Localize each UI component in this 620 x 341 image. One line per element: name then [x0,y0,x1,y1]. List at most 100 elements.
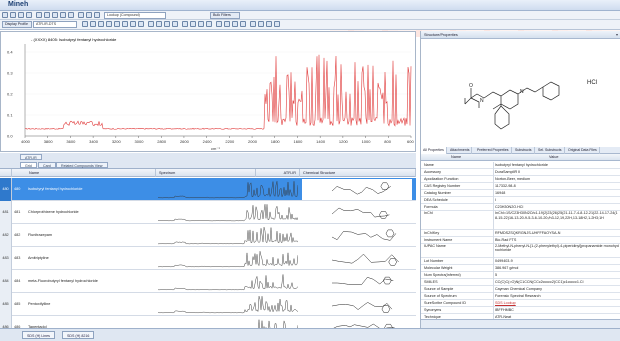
property-row[interactable]: Catalog Number 16948 [421,190,620,197]
spectrum-thumbnail [158,296,298,314]
table-row[interactable]: 485 485 Pentoxifylline [0,293,416,316]
zoom-icon[interactable] [86,12,92,18]
property-row[interactable]: Apodization Function Norton-Beer, medium [421,176,620,183]
tab-substructs[interactable]: Substructs [513,147,535,154]
print-icon[interactable] [26,12,32,18]
table-row[interactable]: 486 486 Tapentadol [0,316,416,328]
tab-atr-ir[interactable]: ATR-IR [20,154,42,160]
cursor-icon[interactable] [172,21,178,27]
property-row[interactable]: SureScribe Compound ID SDS Lookup [421,299,620,307]
new-file-icon[interactable] [2,12,8,18]
x-tick-label: 800 [384,139,391,144]
tab-grid[interactable]: Grid [20,162,37,168]
property-row[interactable]: InChIKey RFMDSZSQKRGNJS-UHFFFAOYSA-N [421,229,620,237]
property-value: Norton-Beer, medium [495,177,531,181]
grid-col-structure[interactable]: Chemical Structure [300,169,416,177]
property-row[interactable]: Source of Sample Cayman Chemical Company [421,285,620,293]
ruler-icon[interactable] [182,21,188,27]
open-folder-icon[interactable] [10,12,16,18]
help-icon[interactable] [274,21,280,27]
x-tick-label: 2400 [203,139,213,144]
structure-viewer[interactable]: O N N HCl [421,40,620,144]
property-row[interactable]: Lot Number 0499403-9 [421,257,620,265]
cut-icon[interactable] [36,12,42,18]
tab-all-properties[interactable]: All Properties [421,147,447,154]
spectrum-view[interactable]: 0.4 0.3 0.2 0.1 0.0 4000 3800 3600 3400 3200 3000… [0,31,416,152]
property-row[interactable]: SMILES CC(C)C(=O)N(C1CCN(CCc2ccccc2)CC1)c… [421,278,620,286]
color-icon[interactable] [198,21,204,27]
tab-attachments[interactable]: Attachments [448,147,473,154]
label-icon[interactable] [190,21,196,27]
property-row[interactable]: Num Spectra(Inferred) 5 [421,271,620,279]
undo-icon[interactable] [60,12,66,18]
grid-view-icon[interactable] [82,21,88,27]
table-row[interactable]: 481 481 Chlorprothixene hydrochloride [0,201,416,224]
property-name: Molecular Weight [424,265,453,270]
chevron-down-icon[interactable]: ▾ [616,31,618,39]
property-row[interactable]: CAS Registry Number 117332-98-8 [421,183,620,190]
thumbnail-ring [385,229,395,238]
tab-sel-substructs[interactable]: Sel. Substructs [536,147,565,154]
pan-icon[interactable] [164,21,170,27]
property-name: Instrument Name [424,237,453,242]
table-row[interactable]: 484 484 meta-Fluorobutyryl fentanyl hydroc… [0,270,416,293]
tab-card[interactable]: Card [38,162,56,168]
redo-icon[interactable] [68,12,74,18]
column-divider [493,211,494,230]
zoom-in-icon[interactable] [148,21,154,27]
property-row[interactable]: IUPAC Name 2-Methyl-N-phenyl-N-[1-(2-phen… [421,243,620,258]
title-bar: Mineh [0,0,620,11]
overlay-icon[interactable] [106,21,112,27]
property-row[interactable]: Instrument Name Bio-Rad FTS [421,236,620,244]
table-row[interactable]: 483 483 Amitriptyline [0,247,416,270]
filter-icon[interactable] [224,21,230,27]
property-name: Source of Sample [424,286,454,291]
tab-preferred-properties[interactable]: Preferred Properties [475,147,512,154]
list-view-icon[interactable] [90,21,96,27]
lock-icon[interactable] [240,21,246,27]
sort-icon[interactable] [232,21,238,27]
property-row[interactable]: Source of Spectrum Forensic Spectral Rese… [421,292,620,300]
property-row[interactable]: Accessory DuraSamplIR II [421,169,620,176]
settings-icon[interactable] [94,12,100,18]
display-profile-select[interactable]: ATR-IR-DTS [33,21,77,28]
tab-original-data-files[interactable]: Original Data Files [566,147,600,154]
column-divider [493,162,494,169]
table-row[interactable]: 480 480 Isobutyryl fentanyl hydrochloride [0,178,416,201]
table-row[interactable]: 482 482 Flunitrazepam [0,224,416,247]
paste-icon[interactable] [52,12,58,18]
tab-related-compounds[interactable]: Related Compounds View [56,162,108,168]
copy-icon[interactable] [44,12,50,18]
search-icon[interactable] [78,12,84,18]
x-tick-label: 3200 [112,139,122,144]
status-tab-lines[interactable]: SDS (H) Lines [22,331,55,339]
baseline-icon[interactable] [130,21,136,27]
report-icon[interactable] [258,21,264,27]
export-icon[interactable] [206,21,212,27]
save-icon[interactable] [18,12,24,18]
chart-icon[interactable] [98,21,104,27]
print-preview-icon[interactable] [266,21,272,27]
property-row[interactable]: Name Isobutyryl fentanyl hydrochloride [421,162,620,169]
lookup-dropdown[interactable]: Lookup (Compound) [104,12,166,19]
bulk-filters-button[interactable]: Bulk Filters [210,12,240,19]
property-row[interactable]: Formula C23H30N2O.HCl [421,204,620,211]
peak-icon[interactable] [122,21,128,27]
grid-col-spectrum[interactable]: Spectrum [156,169,256,177]
zoom-out-icon[interactable] [156,21,162,27]
structure-properties-panel: Structure/Properties ▾ O N N HCl All Pro… [420,31,620,328]
normalize-icon[interactable] [138,21,144,27]
property-value: Isobutyryl fentanyl hydrochloride [495,163,548,167]
stack-icon[interactable] [114,21,120,27]
property-row[interactable]: Synonyms IBFFHMBC [421,306,620,314]
property-row[interactable]: Molecular Weight 386.967 g/mol [421,264,620,272]
property-value[interactable]: SDS Lookup [495,300,619,307]
refresh-icon[interactable] [216,21,222,27]
row-id: 486 [14,325,21,328]
property-row[interactable]: InChI InChI=1S/C23H30N2O/c1-19(2)23(26)25… [421,211,620,230]
grid-col-atr[interactable]: ATR-IR [256,169,300,177]
status-tab-8216[interactable]: SDS (H) 8216 [62,331,95,339]
property-row[interactable]: DEA Schedule I [421,197,620,204]
grid-col-name[interactable]: Name [26,169,156,177]
molecule-icon[interactable] [250,21,256,27]
